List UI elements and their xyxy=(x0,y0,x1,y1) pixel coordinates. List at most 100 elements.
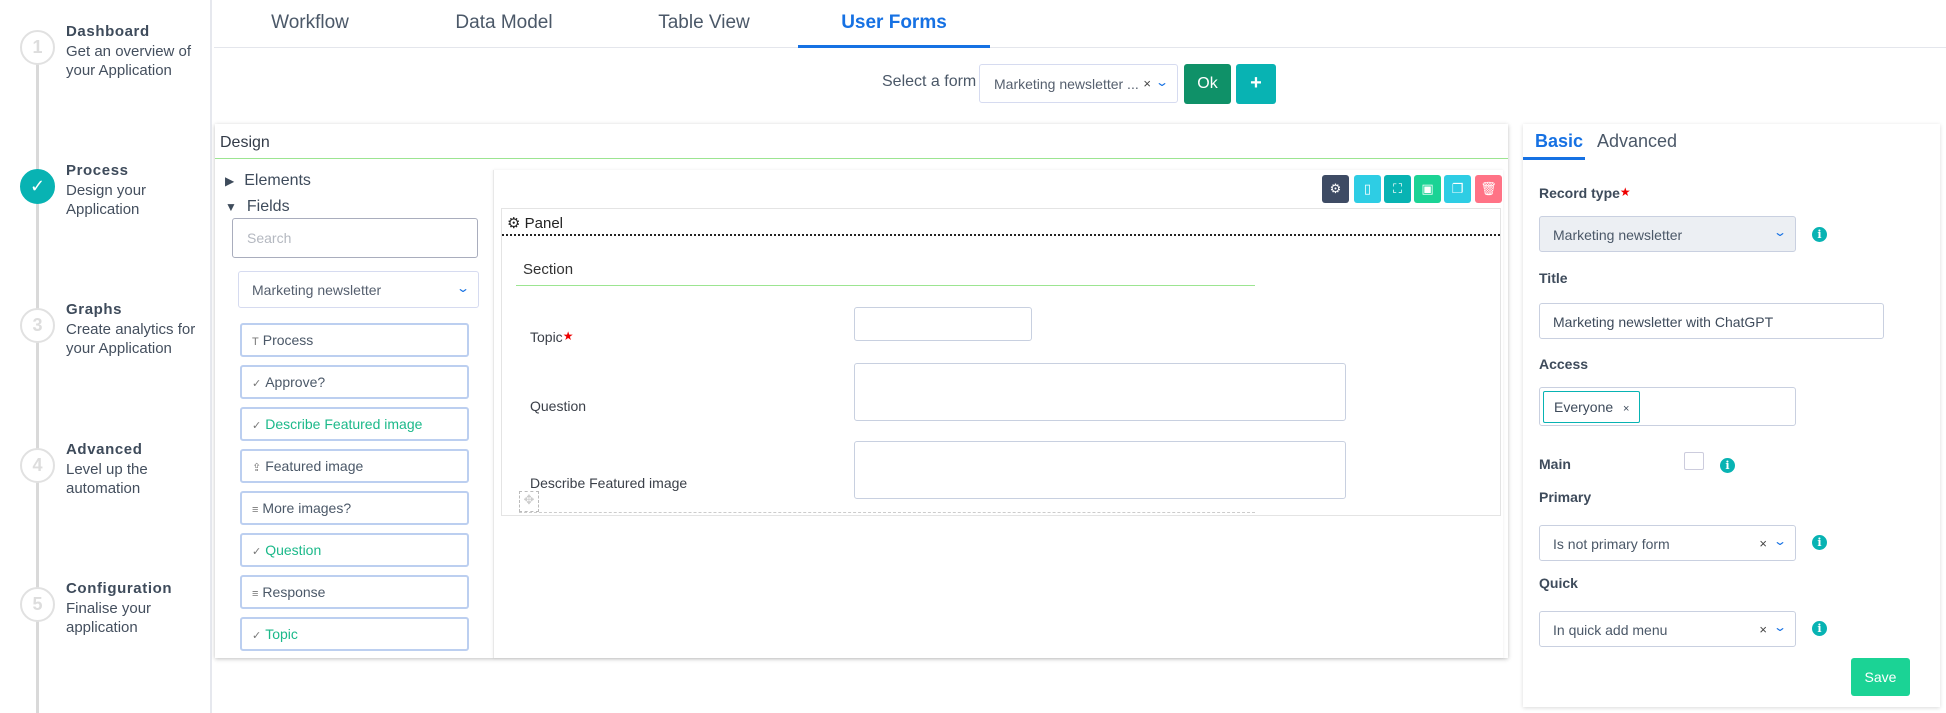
info-icon[interactable]: i xyxy=(1720,458,1735,473)
tab-table-view[interactable]: Table View xyxy=(624,12,784,34)
field-search-input[interactable]: Search xyxy=(232,218,478,258)
ok-button[interactable]: Ok xyxy=(1184,64,1231,104)
active-tab-indicator xyxy=(798,45,990,48)
elements-toggle[interactable]: ▶ Elements xyxy=(225,172,311,190)
chevron-down-icon: ⌄ xyxy=(1772,534,1788,548)
field-type-icon: ✓ xyxy=(252,546,262,558)
record-select[interactable]: Marketing newsletter ⌄ xyxy=(238,271,479,308)
field-type-icon: ≡ xyxy=(252,588,259,600)
step-title: Advanced xyxy=(66,441,143,458)
form-select-value: Marketing newsletter ... xyxy=(994,76,1139,92)
mobile-icon: ▯ xyxy=(1363,181,1372,196)
field-item[interactable]: ✓ Question xyxy=(240,533,469,567)
chevron-down-icon: ⌄ xyxy=(1154,75,1170,89)
clear-icon[interactable]: × xyxy=(1759,622,1767,637)
chevron-down-icon: ⌄ xyxy=(1772,225,1788,239)
primary-select[interactable]: Is not primary form × ⌄ xyxy=(1539,525,1796,561)
properties-panel: Basic Advanced Record type★ Marketing ne… xyxy=(1523,124,1940,707)
mobile-view-button[interactable]: ▯ xyxy=(1354,175,1381,203)
title-label: Title xyxy=(1539,270,1568,286)
field-type-icon: ✓ xyxy=(252,630,262,642)
panel-divider xyxy=(502,234,1500,236)
chevron-down-icon: ⌄ xyxy=(1772,620,1788,634)
step-desc: Get an overview of your Application xyxy=(66,43,192,79)
field-label: Topic xyxy=(530,329,563,345)
info-icon[interactable]: i xyxy=(1812,621,1827,636)
field-label: Question xyxy=(265,542,322,558)
title-input[interactable]: Marketing newsletter with ChatGPT xyxy=(1539,303,1884,339)
fullscreen-button[interactable]: ⛶ xyxy=(1384,175,1411,203)
select-form-label: Select a form xyxy=(882,73,977,90)
panel-container[interactable]: ⚙ Panel Section Topic★ Question Describe… xyxy=(501,208,1501,516)
gear-icon: ⚙ xyxy=(1329,181,1342,196)
form-select[interactable]: Marketing newsletter ... × ⌄ xyxy=(979,64,1178,103)
field-item[interactable]: ✓ Describe Featured image xyxy=(240,407,469,441)
section-divider xyxy=(516,285,1255,286)
copy-button[interactable]: ❐ xyxy=(1444,175,1471,203)
save-form-button[interactable]: ▣ xyxy=(1414,175,1441,203)
step-title: Process xyxy=(66,162,129,179)
step-desc: Finalise your application xyxy=(66,600,152,636)
field-item[interactable]: ✓ Topic xyxy=(240,617,469,651)
main-label: Main xyxy=(1539,456,1571,472)
quick-select[interactable]: In quick add menu × ⌄ xyxy=(1539,611,1796,647)
field-item[interactable]: ≡ Response xyxy=(240,575,469,609)
info-icon[interactable]: i xyxy=(1812,227,1827,242)
caret-down-icon: ▼ xyxy=(225,200,237,214)
info-icon[interactable]: i xyxy=(1812,535,1827,550)
step-title: Graphs xyxy=(66,301,123,318)
field-type-icon: T xyxy=(252,336,259,348)
field-item[interactable]: T Process xyxy=(240,323,469,357)
settings-button[interactable]: ⚙ xyxy=(1322,175,1349,203)
panel-label: Panel xyxy=(524,215,563,232)
describe-featured-image-textarea[interactable] xyxy=(854,441,1346,499)
chip-label: Everyone xyxy=(1554,399,1614,415)
access-chip: Everyone × xyxy=(1543,391,1641,423)
step-title: Configuration xyxy=(66,580,173,597)
expand-icon: ⛶ xyxy=(1392,181,1403,196)
step-desc: Create analytics for your Application xyxy=(66,321,196,357)
delete-button[interactable]: 🗑 xyxy=(1475,175,1502,203)
save-button[interactable]: Save xyxy=(1851,658,1910,696)
question-label: Question xyxy=(530,398,587,414)
record-type-select[interactable]: Marketing newsletter ⌄ xyxy=(1539,216,1796,252)
topic-input[interactable] xyxy=(854,307,1032,341)
main-tabs: Workflow Data Model Table View User Form… xyxy=(214,0,1946,48)
design-title: Design xyxy=(220,134,270,151)
tab-basic[interactable]: Basic xyxy=(1535,131,1583,152)
tab-workflow[interactable]: Workflow xyxy=(230,12,390,34)
move-handle-icon[interactable]: ✥ xyxy=(519,491,539,512)
design-panel: Design ▶ Elements ▼ Fields Search Marketin… xyxy=(215,124,1508,658)
question-textarea[interactable] xyxy=(854,363,1346,421)
field-type-icon: ≡ xyxy=(252,504,259,516)
check-icon: ✓ xyxy=(20,169,55,204)
access-multiselect[interactable]: Everyone × xyxy=(1539,387,1796,426)
add-form-button[interactable]: + xyxy=(1236,64,1276,104)
record-select-value: Marketing newsletter xyxy=(252,282,382,298)
remove-chip-icon[interactable]: × xyxy=(1623,403,1629,415)
field-type-icon: ⇪ xyxy=(252,462,262,474)
clear-icon[interactable]: × xyxy=(1759,536,1767,551)
main-checkbox[interactable] xyxy=(1684,452,1704,470)
step-number: 3 xyxy=(20,308,55,343)
field-item[interactable]: ≡ More images? xyxy=(240,491,469,525)
section-label: Section xyxy=(523,261,574,278)
field-item[interactable]: ✓ Approve? xyxy=(240,365,469,399)
field-item[interactable]: ⇪ Featured image xyxy=(240,449,469,483)
select-value: In quick add menu xyxy=(1553,622,1668,638)
divider xyxy=(215,158,1508,159)
required-icon: ★ xyxy=(1619,185,1631,199)
tab-data-model[interactable]: Data Model xyxy=(424,12,584,34)
field-label: Describe Featured image xyxy=(265,416,423,432)
tab-advanced[interactable]: Advanced xyxy=(1597,131,1677,152)
select-value: Marketing newsletter xyxy=(1553,227,1683,243)
step-desc: Design your Application xyxy=(66,182,147,218)
elements-label: Elements xyxy=(244,172,311,189)
section-bottom xyxy=(519,512,1255,513)
fields-label: Fields xyxy=(246,198,290,215)
step-title: Dashboard xyxy=(66,23,150,40)
required-icon: ★ xyxy=(562,329,574,343)
fields-toggle[interactable]: ▼ Fields xyxy=(225,198,290,216)
tab-user-forms[interactable]: User Forms xyxy=(798,12,990,34)
clear-icon[interactable]: × xyxy=(1143,76,1151,91)
